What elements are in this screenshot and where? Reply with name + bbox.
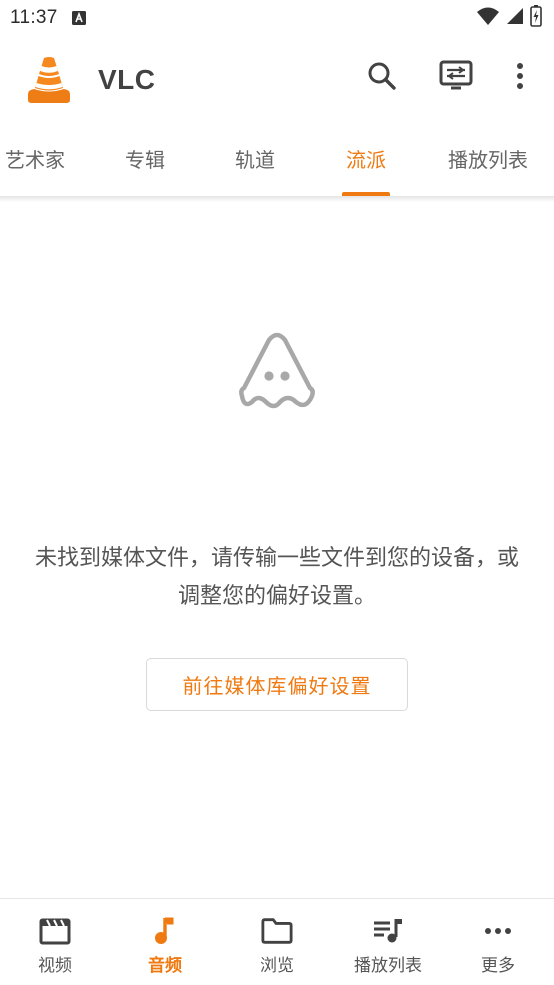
music-note-icon bbox=[149, 915, 181, 947]
status-time: 11:37 bbox=[10, 7, 58, 28]
folder-icon bbox=[261, 915, 293, 947]
empty-state-message: 未找到媒体文件，请传输一些文件到您的设备，或调整您的偏好设置。 bbox=[34, 546, 519, 609]
status-bar: 11:37 bbox=[0, 0, 554, 36]
tab-tracks[interactable]: 轨道 bbox=[222, 132, 288, 196]
nav-label-browse: 浏览 bbox=[260, 956, 294, 976]
nav-label-playlists: 播放列表 bbox=[354, 956, 422, 976]
app-title: VLC bbox=[98, 64, 156, 95]
search-icon bbox=[367, 61, 397, 95]
renderer-button[interactable] bbox=[438, 60, 474, 96]
video-clapper-icon bbox=[39, 915, 71, 947]
signal-icon bbox=[506, 7, 524, 29]
more-horiz-icon bbox=[482, 915, 514, 947]
nav-item-browse[interactable]: 浏览 bbox=[222, 899, 332, 985]
vlc-cone-logo bbox=[26, 56, 72, 104]
battery-icon bbox=[530, 5, 542, 31]
ghost-cone-icon bbox=[236, 330, 318, 410]
media-library-preferences-button[interactable]: 前往媒体库偏好设置 bbox=[146, 658, 408, 711]
playlist-icon bbox=[372, 915, 404, 947]
overflow-menu-button[interactable] bbox=[502, 60, 538, 96]
tab-genres[interactable]: 流派 bbox=[333, 132, 399, 196]
bottom-navigation: 视频 音频 浏览 播放列表 更多 bbox=[0, 898, 554, 985]
nav-item-video[interactable]: 视频 bbox=[0, 899, 110, 985]
tab-albums[interactable]: 专辑 bbox=[112, 132, 178, 196]
tab-bar: 艺术家 专辑 轨道 流派 播放列表 bbox=[0, 132, 554, 196]
app-bar: VLC bbox=[0, 44, 554, 118]
nav-label-video: 视频 bbox=[38, 956, 72, 976]
tab-artists[interactable]: 艺术家 bbox=[0, 132, 70, 196]
more-vert-icon bbox=[516, 62, 524, 94]
status-icons bbox=[476, 5, 542, 31]
search-button[interactable] bbox=[364, 60, 400, 96]
nav-item-playlists[interactable]: 播放列表 bbox=[333, 899, 443, 985]
nav-label-audio: 音频 bbox=[148, 956, 182, 976]
nav-item-more[interactable]: 更多 bbox=[443, 899, 553, 985]
cast-renderer-icon bbox=[439, 60, 473, 96]
wifi-icon bbox=[476, 6, 500, 30]
nav-label-more: 更多 bbox=[481, 956, 515, 976]
tab-playlists[interactable]: 播放列表 bbox=[438, 132, 538, 196]
tab-divider bbox=[0, 196, 554, 202]
a-icon bbox=[71, 11, 86, 25]
nav-item-audio[interactable]: 音频 bbox=[110, 899, 220, 985]
